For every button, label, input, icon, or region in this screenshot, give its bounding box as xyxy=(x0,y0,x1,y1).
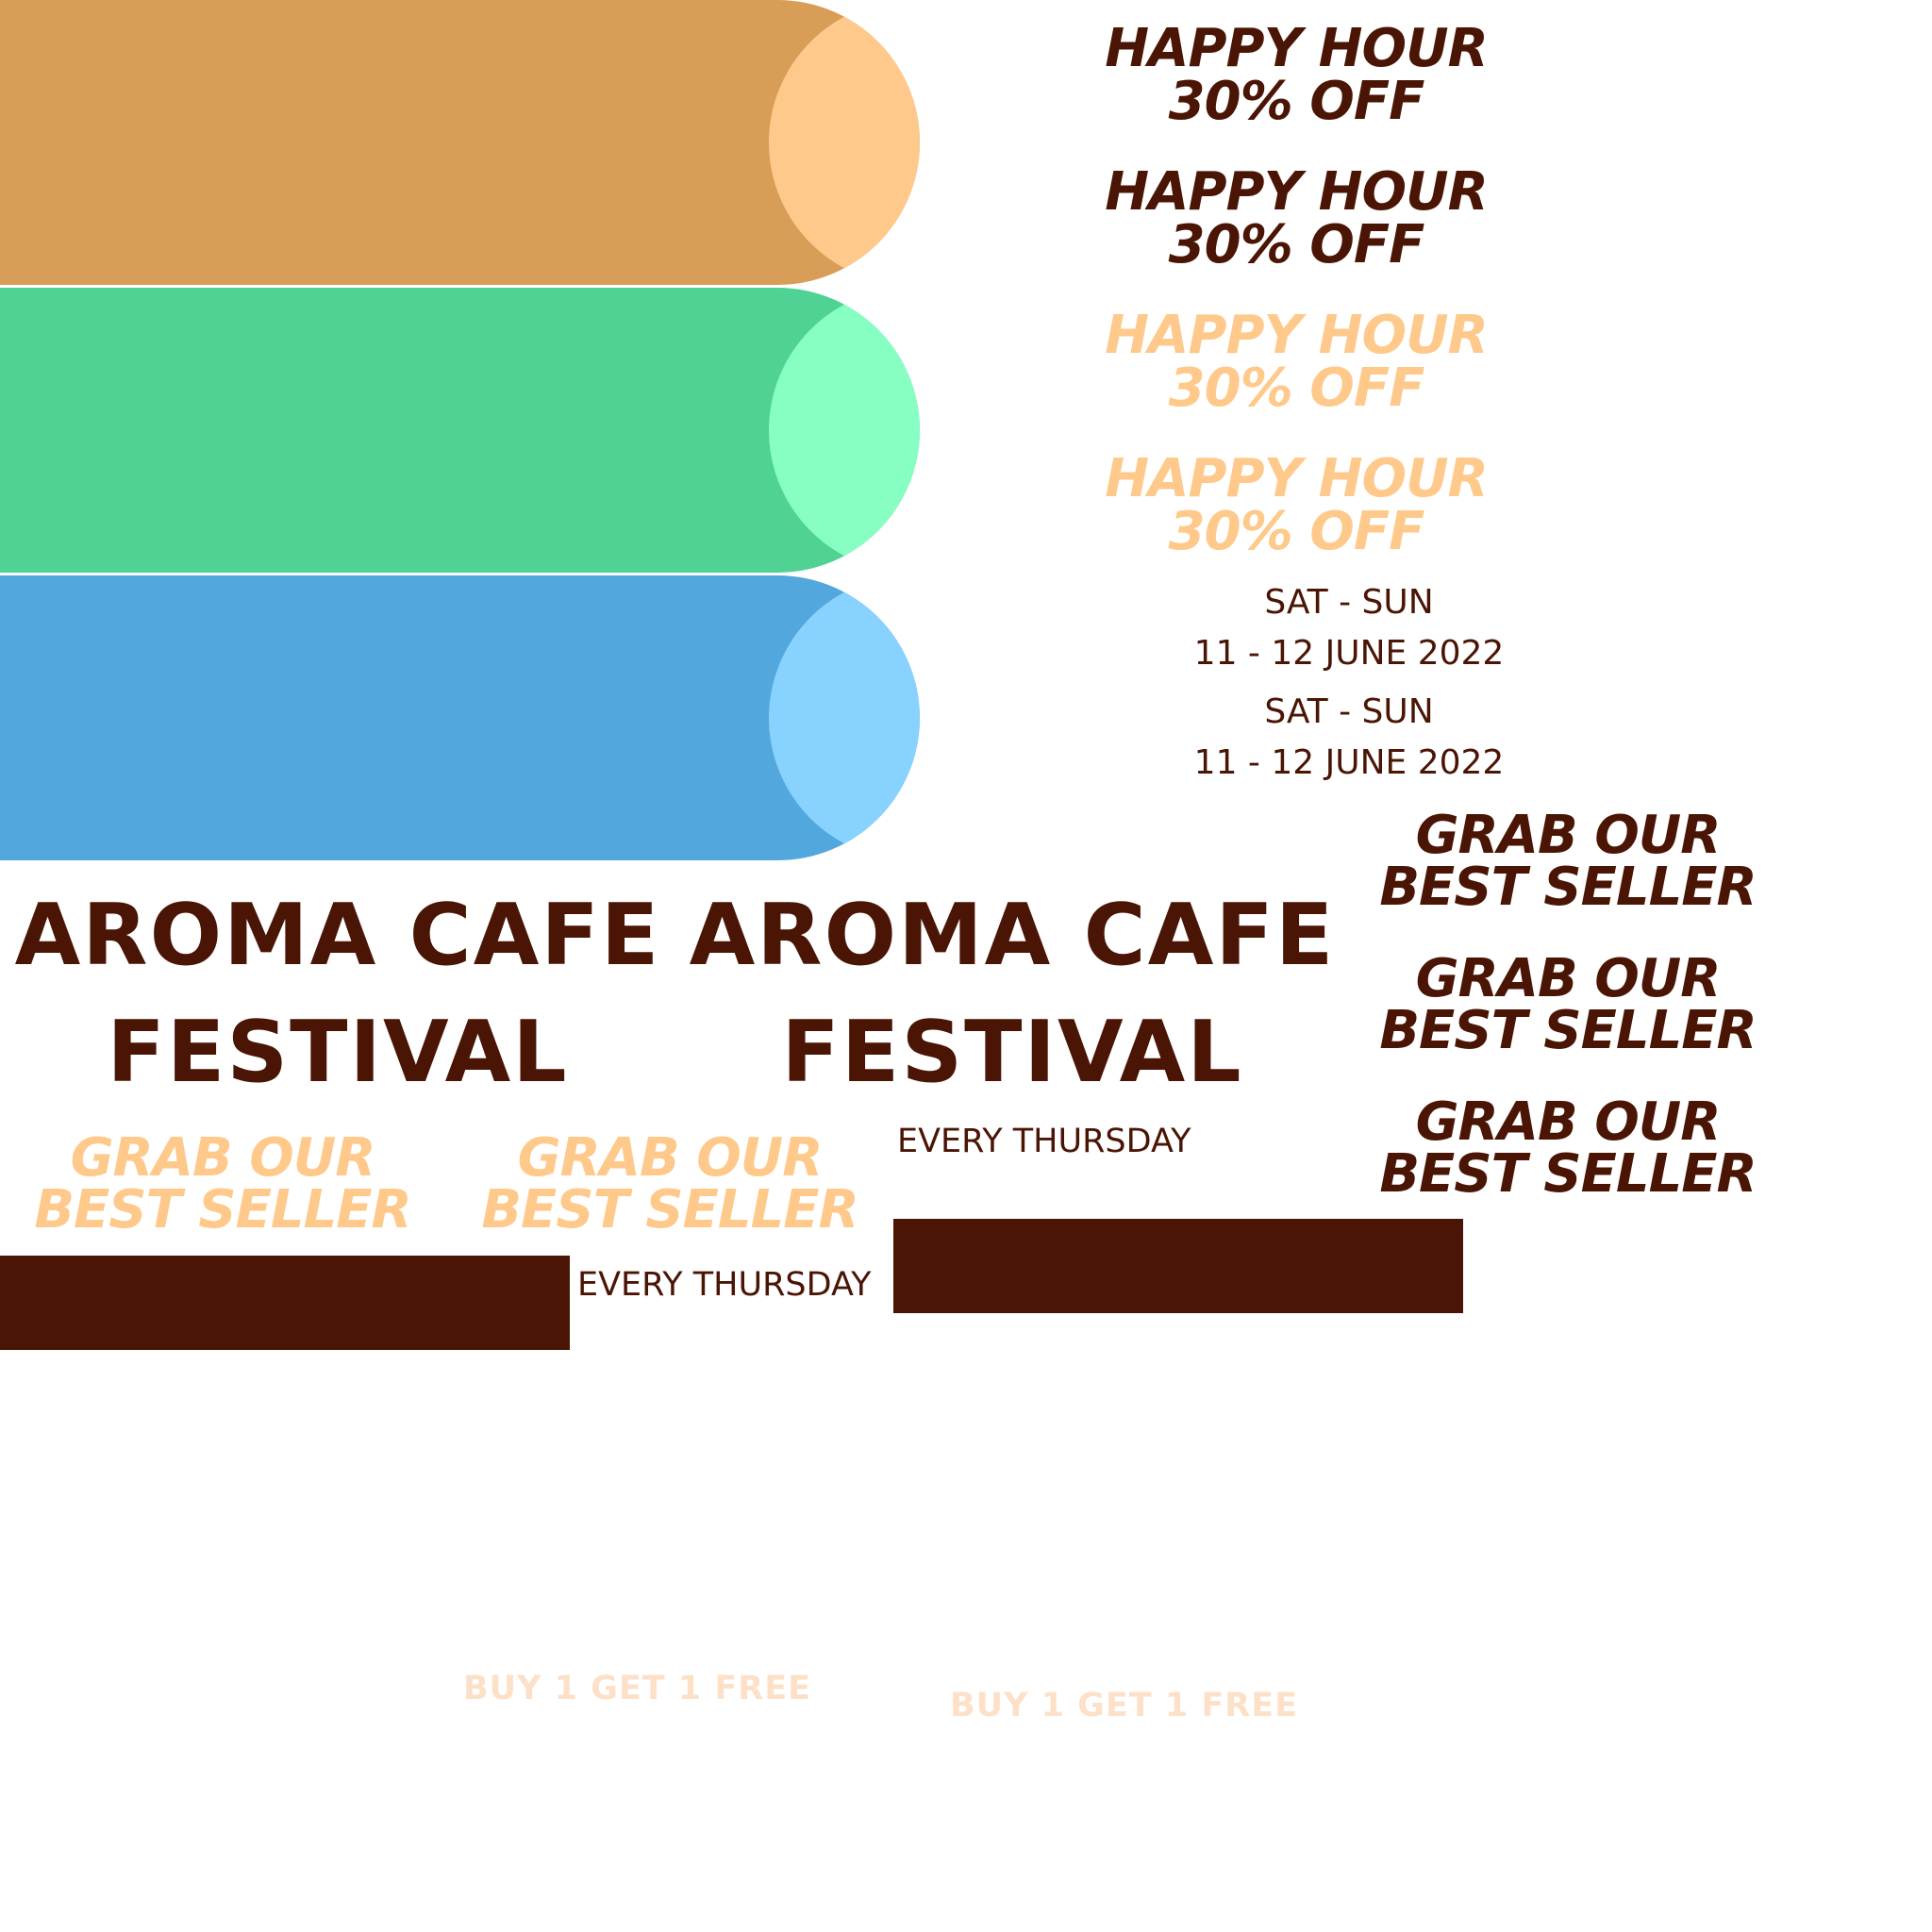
green-bar xyxy=(0,288,920,573)
dark-band-left xyxy=(0,1256,570,1350)
dark-band-right xyxy=(893,1219,1463,1313)
grab-line-1: GRAB OUR xyxy=(517,1127,824,1189)
promo-line-2: 30% OFF xyxy=(1168,358,1425,419)
happy-hour-promo-light-2: HAPPY HOUR 30% OFF xyxy=(1079,453,1513,558)
grab-line-1: GRAB OUR xyxy=(70,1127,376,1189)
event-date-range: 11 - 12 JUNE 2022 xyxy=(1193,634,1505,673)
event-date-2: SAT - SUN 11 - 12 JUNE 2022 xyxy=(1160,687,1538,789)
grab-best-seller-dark-2: GRAB OUR BEST SELLER xyxy=(1370,948,1766,1061)
happy-hour-promo-dark-1: HAPPY HOUR 30% OFF xyxy=(1079,23,1513,128)
promo-line-1: HAPPY HOUR xyxy=(1105,305,1488,366)
festival-line-1: AROMA CAFE xyxy=(689,886,1336,985)
promo-line-2: 30% OFF xyxy=(1168,501,1425,562)
green-circle xyxy=(769,288,920,573)
orange-bar xyxy=(0,0,920,285)
festival-title-1: AROMA CAFE FESTIVAL xyxy=(8,877,668,1111)
blue-circle xyxy=(769,575,920,860)
grab-line-1: GRAB OUR xyxy=(1415,1091,1722,1153)
grab-line-2: BEST SELLER xyxy=(1379,1143,1757,1205)
grab-best-seller-dark-1: GRAB OUR BEST SELLER xyxy=(1370,805,1766,918)
grab-line-1: GRAB OUR xyxy=(1415,948,1722,1009)
festival-line-2: FESTIVAL xyxy=(781,1003,1243,1102)
grab-best-seller-dark-3: GRAB OUR BEST SELLER xyxy=(1370,1091,1766,1205)
happy-hour-promo-light-1: HAPPY HOUR 30% OFF xyxy=(1079,309,1513,415)
event-days: SAT - SUN xyxy=(1264,692,1434,731)
promo-line-1: HAPPY HOUR xyxy=(1105,161,1488,223)
grab-best-seller-light-2: GRAB OUR BEST SELLER xyxy=(472,1127,868,1241)
buy-one-get-one-label-1: BUY 1 GET 1 FREE xyxy=(463,1670,812,1707)
grab-line-2: BEST SELLER xyxy=(1379,1000,1757,1061)
every-thursday-label-1: EVERY THURSDAY xyxy=(897,1123,1191,1160)
promo-line-2: 30% OFF xyxy=(1168,214,1425,275)
promo-line-1: HAPPY HOUR xyxy=(1105,18,1488,79)
happy-hour-promo-dark-2: HAPPY HOUR 30% OFF xyxy=(1079,166,1513,272)
promo-line-1: HAPPY HOUR xyxy=(1105,448,1488,509)
event-date-1: SAT - SUN 11 - 12 JUNE 2022 xyxy=(1160,577,1538,679)
promo-line-2: 30% OFF xyxy=(1168,71,1425,132)
festival-line-2: FESTIVAL xyxy=(107,1003,569,1102)
festival-line-1: AROMA CAFE xyxy=(14,886,661,985)
grab-line-2: BEST SELLER xyxy=(481,1179,858,1241)
grab-best-seller-light-1: GRAB OUR BEST SELLER xyxy=(25,1127,421,1241)
event-date-range: 11 - 12 JUNE 2022 xyxy=(1193,743,1505,782)
event-days: SAT - SUN xyxy=(1264,583,1434,622)
buy-one-get-one-label-2: BUY 1 GET 1 FREE xyxy=(950,1687,1299,1724)
festival-title-2: AROMA CAFE FESTIVAL xyxy=(682,877,1342,1111)
grab-line-2: BEST SELLER xyxy=(1379,857,1757,918)
grab-line-2: BEST SELLER xyxy=(34,1179,411,1241)
grab-line-1: GRAB OUR xyxy=(1415,805,1722,866)
every-thursday-label-2: EVERY THURSDAY xyxy=(577,1266,872,1304)
blue-bar xyxy=(0,575,920,860)
orange-circle xyxy=(769,0,920,285)
